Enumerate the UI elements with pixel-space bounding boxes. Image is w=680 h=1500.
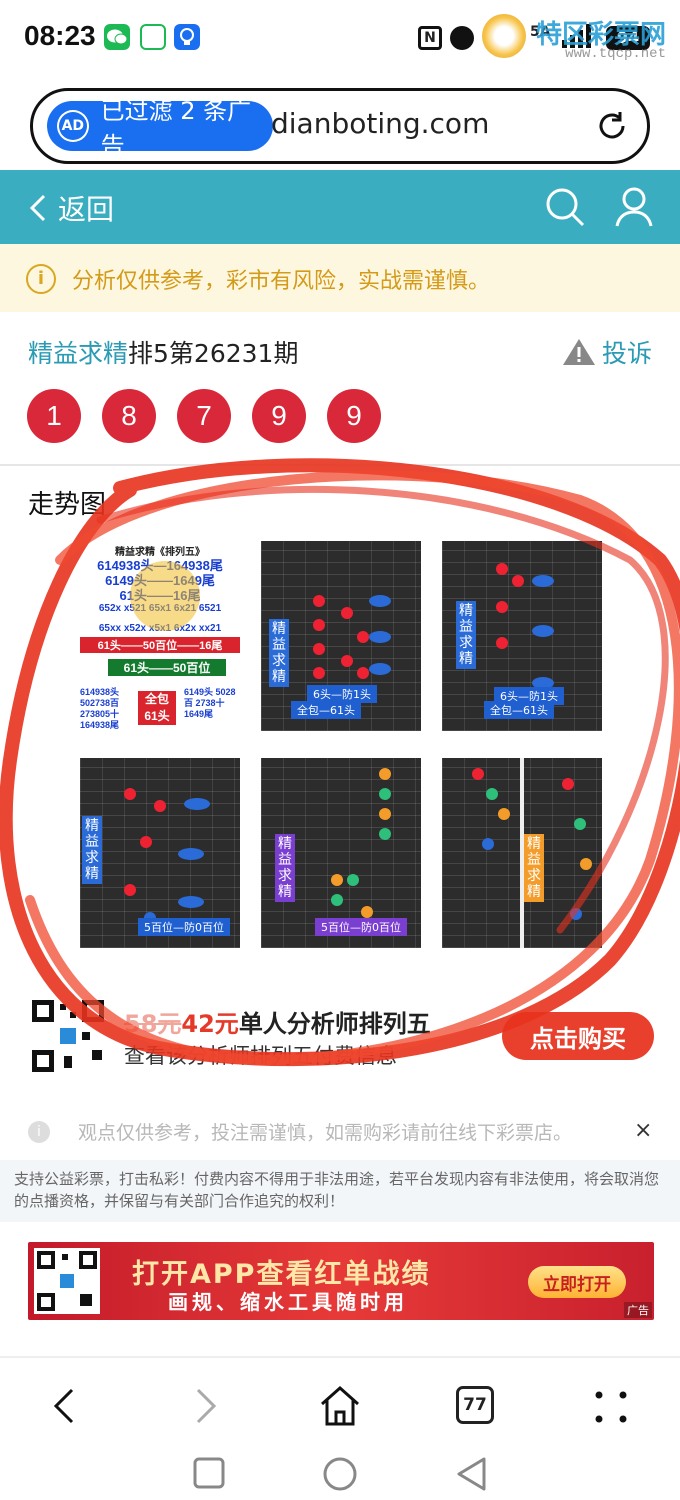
banner-subtitle: 画规、缩水工具随时用 [168, 1290, 408, 1314]
address-bar[interactable]: AD 已过滤 2 条广告 dianboting.com [30, 88, 650, 164]
mute-icon [450, 26, 474, 50]
thumb1-line: 61头——50百位——16尾 [80, 637, 240, 653]
report-label: 投诉 [601, 339, 652, 368]
thumb1-line: 614938头 502738百 273805十 164938尾 [80, 687, 120, 730]
recents-icon[interactable] [192, 1456, 226, 1494]
report-button[interactable]: 投诉 [562, 334, 652, 370]
author-link[interactable]: 精益求精 [28, 339, 128, 368]
thumb-label: 精益求精 [269, 619, 289, 687]
number-ball: 1 [27, 389, 81, 443]
trend-image-5[interactable]: 精益求精 5百位—防0百位 [261, 758, 421, 948]
price-line: 58元42元单人分析师排列五 [124, 1004, 431, 1039]
ad-filter-text: 已过滤 2 条广告 [100, 97, 252, 160]
plan-issue: 排5第26231期 [128, 339, 299, 368]
open-app-button[interactable]: 立即打开 [528, 1266, 626, 1298]
thumb-caption: 5百位—防0百位 [315, 918, 407, 936]
trend-image-6[interactable]: 精益求精 [442, 758, 602, 948]
reload-icon[interactable] [595, 109, 629, 143]
number-ball: 7 [177, 389, 231, 443]
thumb-label: 精益求精 [524, 834, 544, 902]
nfc-icon: N [418, 26, 442, 50]
tabs-count-button[interactable]: 77 [456, 1386, 494, 1424]
url-domain[interactable]: dianboting.com [271, 107, 489, 140]
close-icon[interactable]: × [634, 1118, 652, 1143]
old-price: 58元 [124, 1010, 182, 1038]
trend-image-3[interactable]: 精益求精 6头—防1头 全包—61头 [442, 541, 602, 731]
ad-tag: 广告 [624, 1302, 652, 1318]
qr-code-icon [34, 1248, 100, 1314]
thumb-caption: 全包—61头 [484, 701, 554, 719]
home-gesture-icon[interactable] [322, 1456, 358, 1496]
back-label: 返回 [58, 193, 115, 226]
warning-icon [562, 339, 595, 365]
home-icon[interactable] [318, 1384, 362, 1432]
info-icon: i [26, 264, 56, 294]
ad-badge-icon: AD [57, 110, 89, 142]
chevron-left-icon [29, 194, 46, 222]
search-icon[interactable] [544, 186, 586, 232]
disclaimer: i 观点仅供参考，投注需谨慎，如需购彩请前往线下彩票店。 [28, 1118, 658, 1145]
forward-icon[interactable] [190, 1386, 220, 1430]
thumb-label: 精益求精 [275, 834, 295, 902]
thumb-label: 精益求精 [456, 601, 476, 669]
legal-text: 支持公益彩票，打击私彩！付费内容不得用于非法用途，若平台发现内容有非法使用，将会… [0, 1160, 680, 1222]
system-back-icon[interactable] [454, 1456, 488, 1496]
trend-image-4[interactable]: 精益求精 5百位—防0百位 [80, 758, 240, 948]
info-icon: i [28, 1120, 50, 1143]
buy-button[interactable]: 点击购买 [502, 1012, 654, 1060]
number-ball: 8 [102, 389, 156, 443]
number-ball: 9 [327, 389, 381, 443]
trend-image-2[interactable]: 精益求精 6头—防1头 全包—61头 [261, 541, 421, 731]
back-button[interactable]: 返回 [28, 188, 114, 228]
page-header: 返回 [0, 170, 680, 244]
trend-section-title: 走势图 [28, 490, 107, 520]
watermark-logo-icon [482, 14, 526, 58]
thumb1-line: 全包 61头 [138, 691, 176, 725]
thumb-label: 精益求精 [82, 816, 102, 884]
browser-nav-bar: 77 [0, 1356, 680, 1500]
buy-subtitle: 查看该分析师排列五付费信息 [124, 1044, 397, 1068]
thumb1-line: 6149头 5028百 2738十 1649尾 [184, 687, 236, 719]
back-icon[interactable] [50, 1386, 80, 1430]
thumb-caption: 全包—61头 [291, 701, 361, 719]
risk-notice-text: 分析仅供参考，彩市有风险，实战需谨慎。 [72, 269, 491, 294]
thumb1-line: 61头——50百位 [108, 659, 226, 676]
user-icon[interactable] [614, 186, 654, 232]
watermark-coin-icon [130, 561, 200, 631]
thumb-caption: 5百位—防0百位 [138, 918, 230, 936]
plan-title: 精益求精排5第26231期 [28, 334, 298, 370]
disclaimer-text: 观点仅供参考，投注需谨慎，如需购彩请前往线下彩票店。 [78, 1122, 573, 1144]
new-price: 42元 [181, 1010, 239, 1038]
app-ad-banner[interactable]: 打开APP查看红单战绩 画规、缩水工具随时用 立即打开 广告 [28, 1242, 654, 1320]
buy-description: 单人分析师排列五 [238, 1010, 431, 1038]
risk-notice: i 分析仅供参考，彩市有风险，实战需谨慎。 [0, 244, 680, 312]
divider [0, 464, 680, 466]
qr-code-icon [30, 998, 106, 1074]
more-menu-icon[interactable] [594, 1390, 628, 1428]
ad-filter-pill[interactable]: AD 已过滤 2 条广告 [47, 97, 273, 160]
status-time: 08:23 [24, 20, 96, 51]
trend-image-1[interactable]: 精益求精《排列五》 614938头—164938尾 6149头——1649尾 6… [80, 541, 240, 731]
wechat-icon [104, 24, 130, 50]
home-app-icon [140, 24, 166, 50]
number-ball: 9 [252, 389, 306, 443]
status-bar: 08:23 N 5A 94 特区彩票网 www.tqcp.net [0, 0, 680, 80]
watermark-url: www.tqcp.net [565, 46, 666, 62]
bulb-app-icon [174, 24, 200, 50]
